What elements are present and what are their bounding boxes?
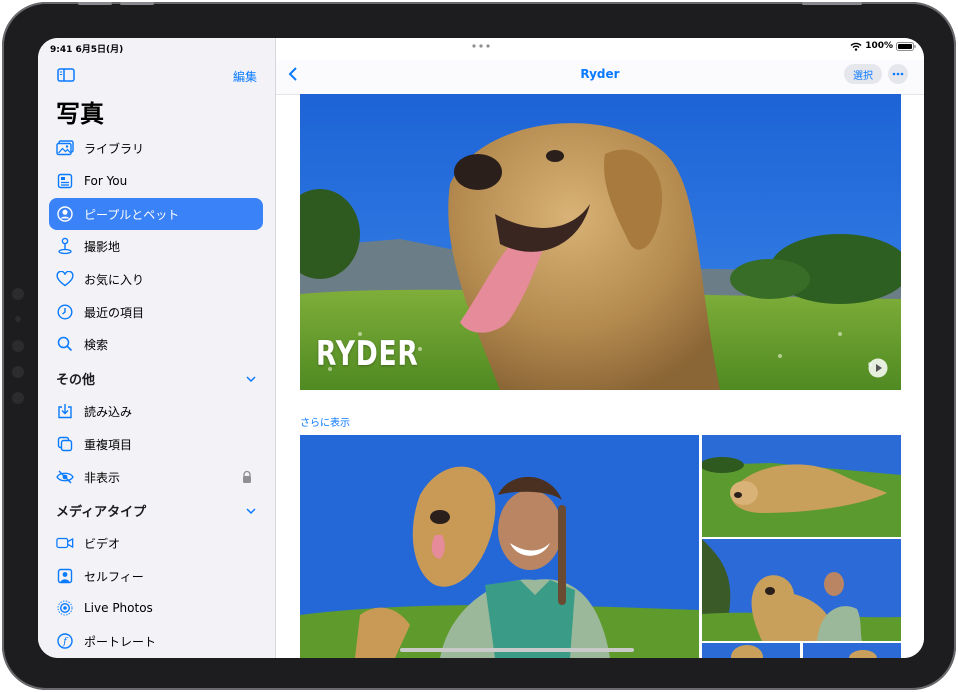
woman-and-dog-photo [300,435,699,658]
sidebar-item-duplicates[interactable]: 重複項目 [49,428,263,460]
ipad-frame: 9:41 6月5日(月) 編集 写真 ライブラリ For You ピープルとペッ… [2,2,956,690]
play-icon[interactable] [868,358,888,378]
selfie-icon [56,567,74,585]
featured-memory-photo[interactable]: RYDER [300,94,901,390]
battery-icon [896,41,916,51]
for-you-icon [56,172,74,190]
wifi-icon [850,42,862,51]
home-indicator[interactable] [400,648,634,652]
sidebar-item-live-photos[interactable]: Live Photos [49,592,263,624]
sidebar-item-label: ビデオ [84,536,121,551]
sidebar-item-label: For You [84,174,128,188]
volume-down-button [120,2,154,5]
portrait-icon: f [56,632,74,650]
main-content: 100% Ryder 選択 RYDER さらに表示 [276,38,924,658]
more-options-button[interactable] [888,64,908,84]
sidebar-item-favorites[interactable]: お気に入り [49,263,263,295]
show-more-link[interactable]: さらに表示 [300,414,350,429]
sidebar-item-portrait[interactable]: f ポートレート [49,625,263,657]
sidebar-item-library[interactable]: ライブラリ [49,132,263,164]
ellipsis-icon [892,72,904,76]
top-power-button [802,2,862,5]
sensor-dot [12,366,24,378]
svg-text:f: f [62,637,69,648]
sidebar-title: 写真 [56,100,104,128]
photo-library-icon [56,139,74,157]
person-circle-icon [56,205,74,223]
sensor-dot [15,316,21,322]
dog-photo-thumb [702,643,800,658]
duplicates-icon [56,435,74,453]
section-header-media-types: メディアタイプ [56,505,147,520]
photo-tile[interactable] [702,643,800,658]
page-title: Ryder [580,67,620,81]
chevron-down-icon[interactable] [244,374,258,384]
sidebar-item-label: ピープルとペット [84,207,180,222]
map-pin-icon [56,237,74,255]
sidebar-item-label: お気に入り [84,272,145,287]
sidebar-item-label: 非表示 [84,470,121,485]
photo-tile[interactable] [803,643,901,658]
section-header-other: その他 [56,373,96,388]
multitasking-dots-icon[interactable] [472,44,490,48]
sidebar-item-search[interactable]: 検索 [49,328,263,360]
dog-lying-grass-photo [702,435,901,537]
chevron-down-icon[interactable] [244,506,258,516]
eye-slash-icon [56,468,74,486]
sidebar-item-places[interactable]: 撮影地 [49,230,263,262]
battery-percentage: 100% [865,41,893,51]
live-photos-icon [56,599,74,617]
woman-with-dog-photo [702,539,901,641]
memory-title: RYDER [316,334,419,374]
status-time-date: 9:41 6月5日(月) [50,45,124,55]
volume-up-button [78,2,112,5]
status-right: 100% [850,41,916,51]
sidebar-item-label: 検索 [84,337,109,352]
navigation-bar: Ryder 選択 [276,60,924,95]
sensor-dot [12,288,24,300]
sidebar-item-label: 重複項目 [84,437,133,452]
import-icon [56,402,74,420]
sidebar: 9:41 6月5日(月) 編集 写真 ライブラリ For You ピープルとペッ… [38,38,276,658]
front-camera [12,340,24,352]
sidebar-item-label: セルフィー [84,569,144,584]
sensor-dot [12,392,24,404]
lock-icon [243,470,251,483]
sidebar-item-label: 撮影地 [84,239,121,254]
sidebar-item-people-pets[interactable]: ピープルとペット [49,198,263,230]
sidebar-item-imports[interactable]: 読み込み [49,395,263,427]
clock-icon [56,303,74,321]
photo-tile[interactable] [702,435,901,537]
sidebar-item-label: 最近の項目 [84,305,145,320]
sidebar-item-hidden[interactable]: 非表示 [49,461,263,493]
sidebar-item-recents[interactable]: 最近の項目 [49,296,263,328]
sidebar-toggle-icon[interactable] [57,68,75,82]
video-icon [56,534,74,552]
sidebar-item-label: ライブラリ [84,141,145,156]
dog-photo-thumb [803,643,901,658]
sidebar-item-for-you[interactable]: For You [49,165,263,197]
sidebar-item-selfies[interactable]: セルフィー [49,560,263,592]
sidebar-item-label: Live Photos [84,601,153,615]
screen: 9:41 6月5日(月) 編集 写真 ライブラリ For You ピープルとペッ… [38,38,924,658]
photo-tile[interactable] [702,539,901,641]
sidebar-item-label: ポートレート [84,634,157,649]
search-icon [56,335,74,353]
sidebar-item-label: 読み込み [84,404,133,419]
heart-icon [56,270,74,288]
select-button[interactable]: 選択 [844,64,882,84]
sidebar-item-videos[interactable]: ビデオ [49,527,263,559]
edit-button[interactable]: 編集 [233,68,257,85]
photo-tile[interactable] [300,435,699,658]
